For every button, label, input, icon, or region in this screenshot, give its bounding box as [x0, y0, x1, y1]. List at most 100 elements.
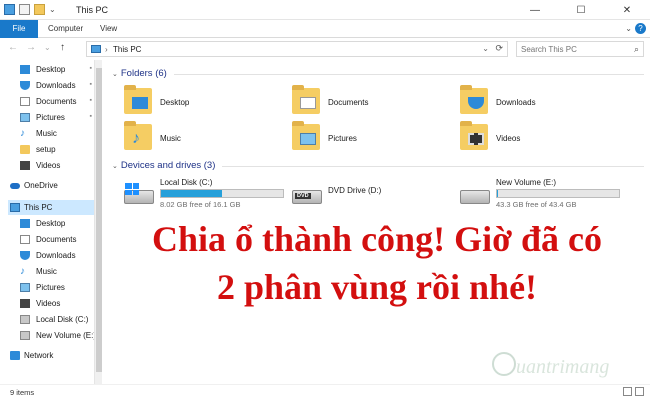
sidebar-item-label: Network	[24, 351, 54, 360]
drive-usage-fill	[161, 190, 222, 197]
drive-name: DVD Drive (D:)	[328, 186, 382, 195]
sidebar-item-desktop[interactable]: Desktop ▪	[8, 62, 94, 77]
sidebar-item-label: New Volume (E:)	[36, 331, 97, 340]
window-title: This PC	[76, 5, 109, 15]
properties-icon[interactable]	[19, 4, 30, 15]
watermark-logo: uantrimang	[492, 350, 642, 380]
group-divider	[174, 74, 644, 75]
sidebar-item-pc-desktop[interactable]: Desktop	[8, 216, 94, 231]
group-title: Folders (6)	[120, 68, 167, 79]
sidebar-item-this-pc[interactable]: This PC	[8, 200, 94, 215]
music-icon: ♪	[20, 266, 25, 277]
sidebar-item-music[interactable]: ♪ Music	[8, 126, 94, 141]
sidebar-item-local-disk-c[interactable]: Local Disk (C:)	[8, 312, 94, 327]
address-bar[interactable]: › This PC ⌄ ⟳	[86, 41, 508, 57]
expand-ribbon-icon[interactable]: ⌄	[625, 24, 632, 33]
minimize-button[interactable]: —	[512, 0, 558, 20]
sidebar-item-label: Desktop	[36, 219, 66, 228]
drive-usage-fill	[497, 190, 499, 197]
navigation-pane: Desktop ▪ Downloads ▪ Documents ▪ Pictur…	[0, 60, 97, 384]
address-dropdown-icon[interactable]: ⌄	[482, 44, 489, 53]
sidebar-item-label: Music	[36, 267, 57, 276]
pin-icon: ▪	[89, 81, 92, 88]
forward-button[interactable]: →	[26, 42, 36, 53]
pictures-folder-icon	[292, 121, 320, 150]
sidebar-item-label: Videos	[36, 161, 61, 170]
folder-documents[interactable]: Documents	[278, 85, 438, 118]
videos-icon	[20, 161, 30, 170]
desktop-icon	[20, 219, 30, 228]
quick-access-toolbar: ⌄	[4, 4, 56, 15]
desktop-icon	[20, 65, 30, 74]
tab-file[interactable]: File	[0, 20, 38, 38]
pin-icon: ▪	[89, 65, 92, 72]
tab-computer[interactable]: Computer	[48, 20, 83, 38]
pin-icon: ▪	[89, 97, 92, 104]
sidebar-item-pc-documents[interactable]: Documents	[8, 232, 94, 247]
sidebar-item-documents[interactable]: Documents ▪	[8, 94, 94, 109]
caption-line-1: Chia ổ thành công! Giờ đã có	[152, 219, 602, 259]
folder-videos[interactable]: Videos	[446, 121, 606, 154]
folder-label: Downloads	[496, 98, 536, 107]
close-button[interactable]: ✕	[604, 0, 650, 20]
navigation-bar: ← → ⌄ ↑ › This PC ⌄ ⟳ ⌕	[0, 38, 650, 60]
sidebar-item-label: Local Disk (C:)	[36, 315, 89, 324]
group-divider	[222, 166, 644, 167]
sidebar-item-videos[interactable]: Videos	[8, 158, 94, 173]
ribbon: File Computer View ⌄ ?	[0, 20, 650, 38]
sidebar-item-pc-downloads[interactable]: Downloads	[8, 248, 94, 263]
pictures-icon	[20, 283, 30, 292]
sidebar-scrollbar[interactable]	[94, 60, 102, 384]
sidebar-item-onedrive[interactable]: OneDrive	[8, 178, 94, 193]
back-button[interactable]: ←	[8, 42, 18, 53]
up-button[interactable]: ↑	[60, 42, 65, 53]
sidebar-item-downloads[interactable]: Downloads ▪	[8, 78, 94, 93]
folder-label: Music	[160, 134, 181, 143]
sidebar-item-setup[interactable]: setup	[8, 142, 94, 157]
tab-view[interactable]: View	[100, 20, 117, 38]
devices-group-header[interactable]: ⌄ Devices and drives (3)	[112, 160, 215, 171]
breadcrumb-chevron-icon[interactable]: ›	[105, 45, 108, 54]
large-icons-view-icon[interactable]	[635, 387, 644, 396]
drive-dvd-d[interactable]: DVD DVD Drive (D:)	[278, 178, 458, 216]
sidebar-item-new-volume-e[interactable]: New Volume (E:)	[8, 328, 97, 343]
collapse-chevron-icon[interactable]: ⌄	[112, 71, 118, 78]
folder-music[interactable]: ♪ Music	[110, 121, 270, 154]
folders-group-header[interactable]: ⌄ Folders (6)	[112, 68, 167, 79]
folder-desktop[interactable]: Desktop	[110, 85, 270, 118]
this-pc-icon	[10, 203, 20, 212]
sidebar-item-network[interactable]: Network	[8, 348, 94, 363]
sidebar-item-pc-videos[interactable]: Videos	[8, 296, 94, 311]
sidebar-item-label: Documents	[36, 235, 77, 244]
videos-icon	[20, 299, 30, 308]
sidebar-scrollbar-thumb[interactable]	[96, 68, 102, 372]
collapse-chevron-icon[interactable]: ⌄	[112, 163, 118, 170]
folder-pictures[interactable]: Pictures	[278, 121, 438, 154]
drive-new-volume-e[interactable]: New Volume (E:) 43.3 GB free of 43.4 GB	[446, 178, 626, 216]
drive-free-space: 8.02 GB free of 16.1 GB	[160, 200, 241, 209]
help-icon[interactable]: ?	[635, 23, 646, 34]
maximize-button[interactable]: ☐	[558, 0, 604, 20]
drive-local-disk-c[interactable]: Local Disk (C:) 8.02 GB free of 16.1 GB	[110, 178, 290, 216]
details-view-icon[interactable]	[623, 387, 632, 396]
recent-locations-button[interactable]: ⌄	[44, 43, 51, 52]
videos-folder-icon	[460, 121, 488, 150]
sidebar-item-label: This PC	[24, 203, 53, 212]
breadcrumb-this-pc[interactable]: This PC	[113, 45, 141, 54]
new-folder-icon[interactable]	[34, 4, 45, 15]
sidebar-item-pc-pictures[interactable]: Pictures	[8, 280, 94, 295]
search-input[interactable]	[521, 42, 625, 56]
refresh-icon[interactable]: ⟳	[495, 43, 503, 54]
documents-icon	[20, 235, 30, 244]
drive-name: Local Disk (C:)	[160, 178, 213, 187]
sidebar-item-label: Music	[36, 129, 57, 138]
sidebar-item-pictures[interactable]: Pictures ▪	[8, 110, 94, 125]
sidebar-item-pc-music[interactable]: ♪ Music	[8, 264, 94, 279]
folder-downloads[interactable]: Downloads	[446, 85, 606, 118]
customize-toolbar-chevron-icon[interactable]: ⌄	[49, 5, 56, 14]
title-bar: ⌄ This PC — ☐ ✕	[0, 0, 650, 20]
network-icon	[10, 351, 20, 360]
search-box[interactable]: ⌕	[516, 41, 644, 57]
drive-icon	[460, 190, 490, 204]
search-icon[interactable]: ⌕	[634, 44, 639, 55]
